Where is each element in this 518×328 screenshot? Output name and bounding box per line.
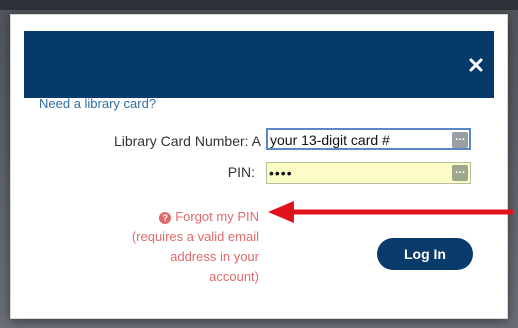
forgot-pin-label: Forgot my PIN [175,209,259,224]
pin-input[interactable]: •••• [266,162,471,184]
need-library-card-link[interactable]: Need a library card? [39,96,156,111]
card-number-label: Library Card Number: A [113,133,261,149]
forgot-pin-block: ? Forgot my PIN (requires a valid email a… [119,207,259,287]
forgot-note-line-1: (requires a valid email [131,229,259,244]
backdrop-strip [0,0,518,10]
forgot-pin-link[interactable]: ? Forgot my PIN [119,207,259,227]
question-circle-icon: ? [159,212,172,224]
forgot-note-line-2: address in your [170,249,259,264]
modal-header [24,31,494,98]
red-arrow-annotation [268,201,513,223]
card-field-menu-icon[interactable]: ... [452,132,468,148]
forgot-note-line-3: account) [209,269,259,284]
card-number-input[interactable]: your 13-digit card # [266,128,471,150]
log-in-button[interactable]: Log In [377,238,473,270]
close-icon[interactable] [468,57,484,73]
login-modal: Need a library card? Library Card Number… [10,14,508,319]
pin-field-menu-icon[interactable]: ... [452,165,468,181]
pin-label: PIN: [227,164,255,180]
